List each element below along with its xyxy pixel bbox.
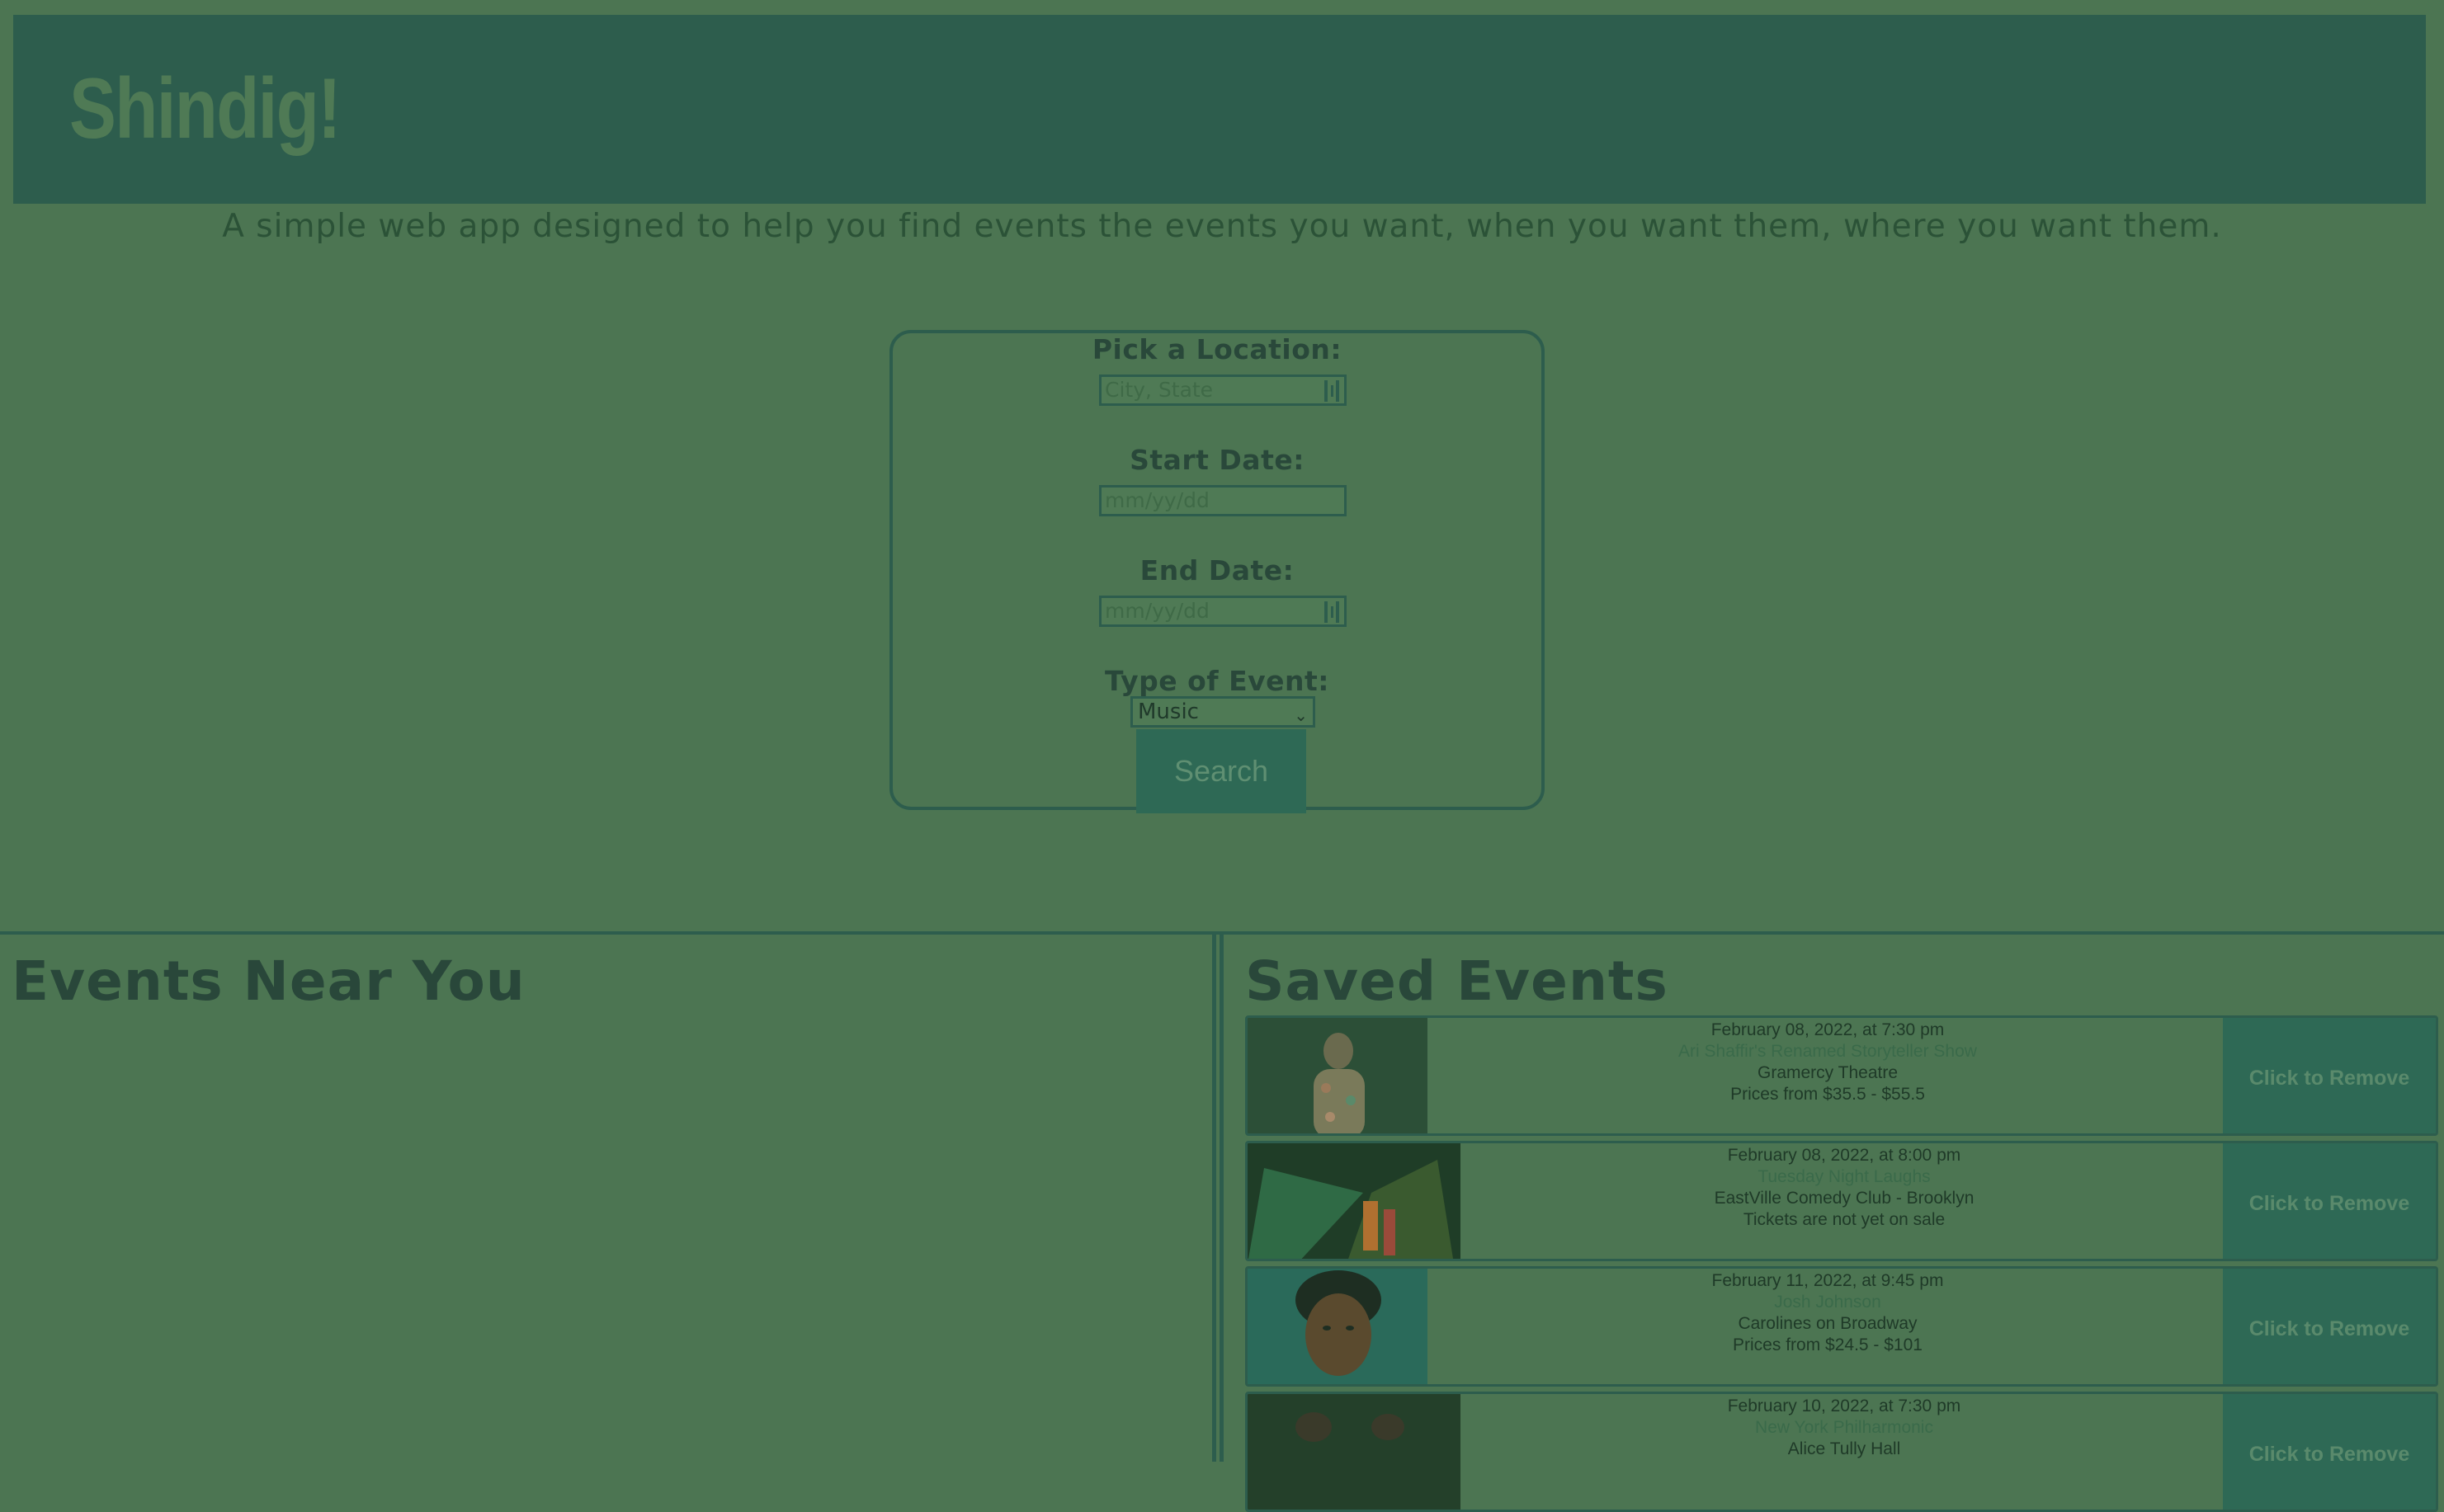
event-venue: Carolines on Broadway [1738, 1314, 1918, 1333]
event-name-link[interactable]: Tuesday Night Laughs [1460, 1166, 2228, 1188]
start-date-input[interactable]: mm/yy/dd [1099, 485, 1347, 516]
event-venue: EastVille Comedy Club - Brooklyn [1714, 1189, 1975, 1208]
event-price: Tickets are not yet on sale [1743, 1210, 1946, 1229]
event-type-label: Type of Event: [1104, 665, 1329, 697]
event-details: February 08, 2022, at 8:00 pm Tuesday Ni… [1460, 1145, 2228, 1231]
chevron-down-icon: ⌄ [1294, 705, 1308, 725]
remove-button[interactable]: Click to Remove [2223, 1394, 2436, 1510]
end-date-placeholder: mm/yy/dd [1105, 599, 1210, 623]
start-date-label: Start Date: [1130, 444, 1305, 476]
tagline: A simple web app designed to help you fi… [222, 208, 2222, 245]
saved-events-panel: Saved Events February 08, 2022, at 7:30 … [1220, 933, 2444, 1512]
event-name-link[interactable]: New York Philharmonic [1460, 1417, 2228, 1439]
saved-event-card: February 11, 2022, at 9:45 pm Josh Johns… [1245, 1266, 2438, 1387]
event-details: February 10, 2022, at 7:30 pm New York P… [1460, 1396, 2228, 1460]
events-near-you-title: Events Near You [12, 949, 526, 1013]
location-placeholder: City, State [1105, 378, 1214, 402]
events-near-you-panel: Events Near You [0, 933, 1216, 1462]
end-date-input[interactable]: mm/yy/dd [1099, 596, 1347, 627]
site-header: Shindig! [13, 15, 2426, 204]
saved-event-card: February 08, 2022, at 8:00 pm Tuesday Ni… [1245, 1141, 2438, 1261]
event-details: February 11, 2022, at 9:45 pm Josh Johns… [1427, 1270, 2228, 1356]
event-thumbnail [1248, 1394, 1460, 1510]
event-date: February 08, 2022, at 8:00 pm [1727, 1146, 1961, 1165]
location-label: Pick a Location: [1092, 333, 1342, 365]
event-venue: Alice Tully Hall [1787, 1439, 1901, 1458]
start-date-placeholder: mm/yy/dd [1105, 488, 1210, 512]
event-details: February 08, 2022, at 7:30 pm Ari Shaffi… [1427, 1020, 2228, 1105]
event-price: Prices from $24.5 - $101 [1733, 1335, 1923, 1354]
event-date: February 08, 2022, at 7:30 pm [1710, 1020, 1945, 1039]
event-price: Prices from $35.5 - $55.5 [1730, 1085, 1925, 1104]
event-type-select[interactable]: Music ⌄ [1130, 696, 1315, 728]
autofill-icon[interactable] [1324, 380, 1339, 402]
location-input[interactable]: City, State [1099, 374, 1347, 406]
search-form: Pick a Location: City, State Start Date:… [889, 330, 1545, 813]
event-thumbnail [1248, 1018, 1427, 1133]
event-date: February 11, 2022, at 9:45 pm [1711, 1271, 1944, 1290]
event-date: February 10, 2022, at 7:30 pm [1727, 1397, 1961, 1415]
search-button[interactable]: Search [1136, 729, 1306, 813]
remove-button[interactable]: Click to Remove [2223, 1143, 2436, 1259]
saved-event-card: February 10, 2022, at 7:30 pm New York P… [1245, 1392, 2438, 1512]
remove-button[interactable]: Click to Remove [2223, 1018, 2436, 1133]
event-thumbnail [1248, 1269, 1427, 1384]
autofill-icon[interactable] [1324, 601, 1339, 623]
end-date-label: End Date: [1139, 554, 1295, 586]
saved-events-title: Saved Events [1245, 949, 1668, 1013]
event-thumbnail [1248, 1143, 1460, 1259]
site-logo[interactable]: Shindig! [69, 66, 342, 152]
event-venue: Gramercy Theatre [1758, 1063, 1898, 1082]
event-name-link[interactable]: Josh Johnson [1427, 1292, 2228, 1313]
saved-event-card: February 08, 2022, at 7:30 pm Ari Shaffi… [1245, 1015, 2438, 1136]
remove-button[interactable]: Click to Remove [2223, 1269, 2436, 1384]
event-name-link[interactable]: Ari Shaffir's Renamed Storyteller Show [1427, 1041, 2228, 1062]
event-type-value: Music [1138, 699, 1199, 724]
